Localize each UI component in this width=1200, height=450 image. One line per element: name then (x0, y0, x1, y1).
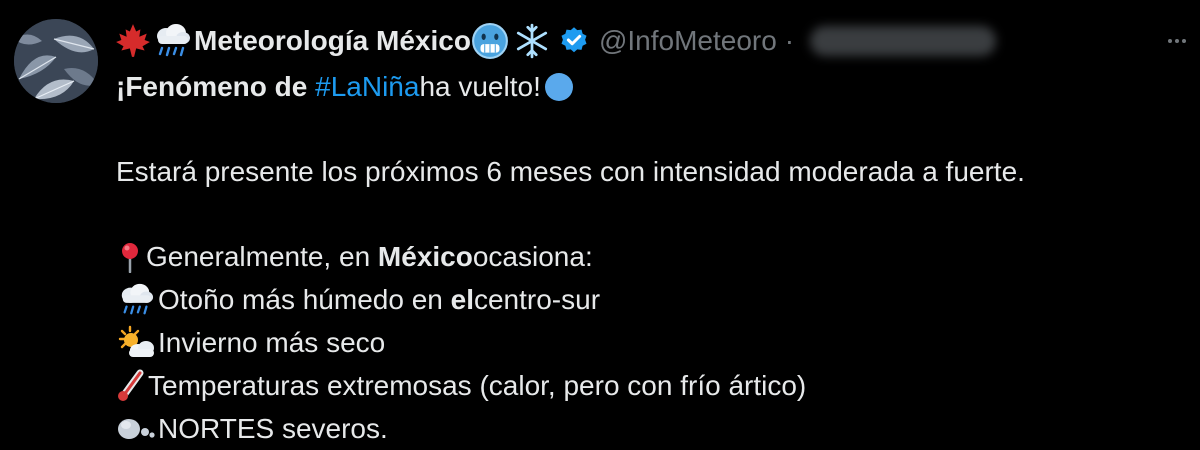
center-south-text: centro-sur (473, 284, 601, 315)
thermometer-icon (118, 369, 144, 401)
tweet-line-1: ¡Fenómeno de #LaNiña ha vuelto! (116, 65, 575, 108)
redacted-timestamp (810, 26, 997, 56)
sun-behind-cloud-icon (118, 325, 154, 357)
tweet-line-2: Estará presente los próximos 6 meses con… (116, 150, 1025, 193)
cloud-with-rain-icon (157, 24, 190, 57)
headline-text: ¡Fenómeno de (116, 71, 308, 102)
tweet-paragraph-3: Generalmente, en México ocasiona: Otoño … (116, 235, 806, 450)
verified-badge-icon[interactable] (559, 26, 589, 56)
display-name[interactable]: Meteorología México (194, 25, 471, 57)
tweet-line-5: Invierno más seco (116, 321, 806, 364)
autumn-text: Otoño más húmedo en (158, 284, 443, 315)
tweet-paragraph-2: Estará presente los próximos 6 meses con… (116, 150, 1025, 193)
snowflake-icon (516, 23, 548, 59)
tweet-line-4: Otoño más húmedo en el centro-sur (116, 278, 806, 321)
headline-rest: ha vuelto! (419, 71, 541, 102)
separator-dot: · (784, 25, 795, 56)
tweet-text: ¡Fenómeno de #LaNiña ha vuelto! (116, 65, 575, 108)
temperatures-text: Temperaturas extremosas (calor, pero con… (148, 370, 807, 401)
avatar[interactable] (14, 19, 98, 103)
tweet-line-7: NORTES severos. (116, 407, 806, 450)
duration-text: Estará presente los próximos 6 meses con… (116, 156, 1025, 187)
el-text: el (450, 284, 474, 315)
tweet-line-6: Temperaturas extremosas (calor, pero con… (116, 364, 806, 407)
maple-leaf-icon (116, 24, 150, 57)
tweet-header: Meteorología México @InfoMeteoro · (114, 20, 997, 62)
cloud-with-rain-icon (121, 283, 154, 314)
cold-face-icon (471, 23, 508, 59)
winter-text: Invierno más seco (158, 327, 386, 358)
round-pushpin-icon (122, 242, 138, 273)
author-handle[interactable]: @InfoMeteoro (599, 25, 777, 57)
more-options-icon[interactable] (1160, 24, 1194, 58)
causes-text: ocasiona: (472, 241, 593, 272)
mexico-text: México (377, 241, 473, 272)
nortes-text: NORTES severos. (158, 413, 388, 444)
tweet[interactable]: Meteorología México @InfoMeteoro · ¡Fenó… (0, 0, 1200, 450)
tweet-line-3: Generalmente, en México ocasiona: (116, 235, 806, 278)
wind-face-icon (118, 418, 155, 439)
hashtag-link[interactable]: #LaNiña (315, 65, 419, 108)
blue-circle-icon (544, 72, 573, 101)
generally-text: Generalmente, en (146, 241, 371, 272)
